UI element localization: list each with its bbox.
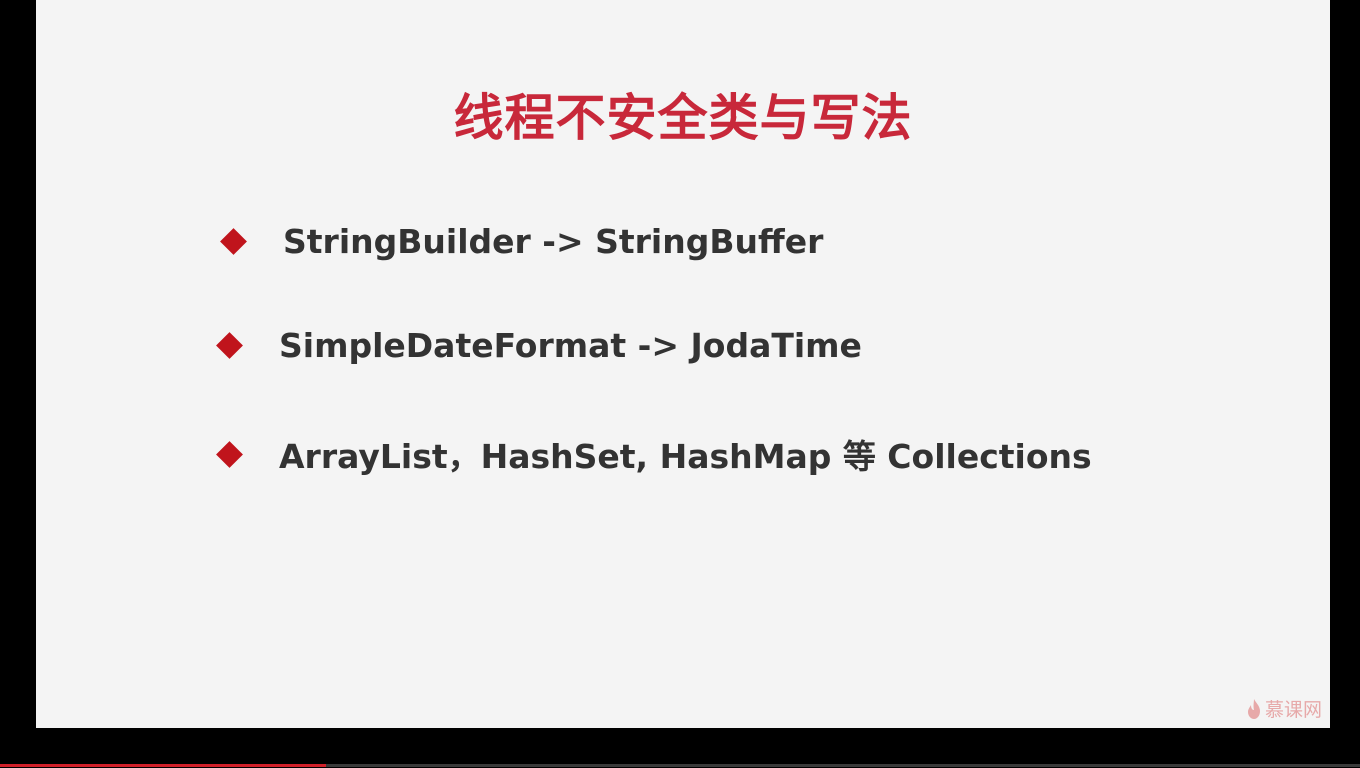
diamond-bullet-icon	[220, 228, 247, 255]
bullet-text: ArrayList，HashSet, HashMap 等 Collections	[279, 437, 1092, 476]
video-progress-bar[interactable]	[0, 764, 1360, 767]
bullet-text: StringBuilder -> StringBuffer	[283, 222, 824, 261]
bullet-item: ArrayList，HashSet, HashMap 等 Collections	[216, 430, 1092, 478]
bullet-text: SimpleDateFormat -> JodaTime	[279, 326, 862, 365]
bullet-item: StringBuilder -> StringBuffer	[220, 222, 824, 261]
presentation-slide: 线程不安全类与写法 StringBuilder -> StringBuffer …	[36, 0, 1330, 728]
slide-title: 线程不安全类与写法	[453, 89, 913, 147]
video-player: 线程不安全类与写法 StringBuilder -> StringBuffer …	[0, 0, 1360, 768]
bullet-item: SimpleDateFormat -> JodaTime	[216, 326, 862, 365]
imooc-watermark: 慕课网	[1246, 695, 1322, 722]
video-progress-fill	[0, 764, 327, 767]
flame-logo-icon	[1246, 698, 1262, 720]
watermark-text: 慕课网	[1264, 699, 1322, 721]
diamond-bullet-icon	[216, 440, 243, 468]
diamond-bullet-icon	[216, 332, 243, 359]
